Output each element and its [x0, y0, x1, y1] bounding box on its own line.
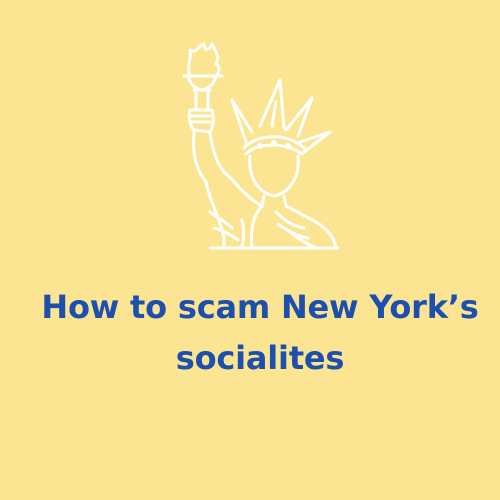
page-title: How to scam New York’s socialites [0, 282, 500, 384]
title-line-2: socialites [175, 339, 345, 377]
title-line-1: How to scam New York’s [41, 288, 479, 326]
statue-of-liberty-icon [180, 42, 340, 252]
